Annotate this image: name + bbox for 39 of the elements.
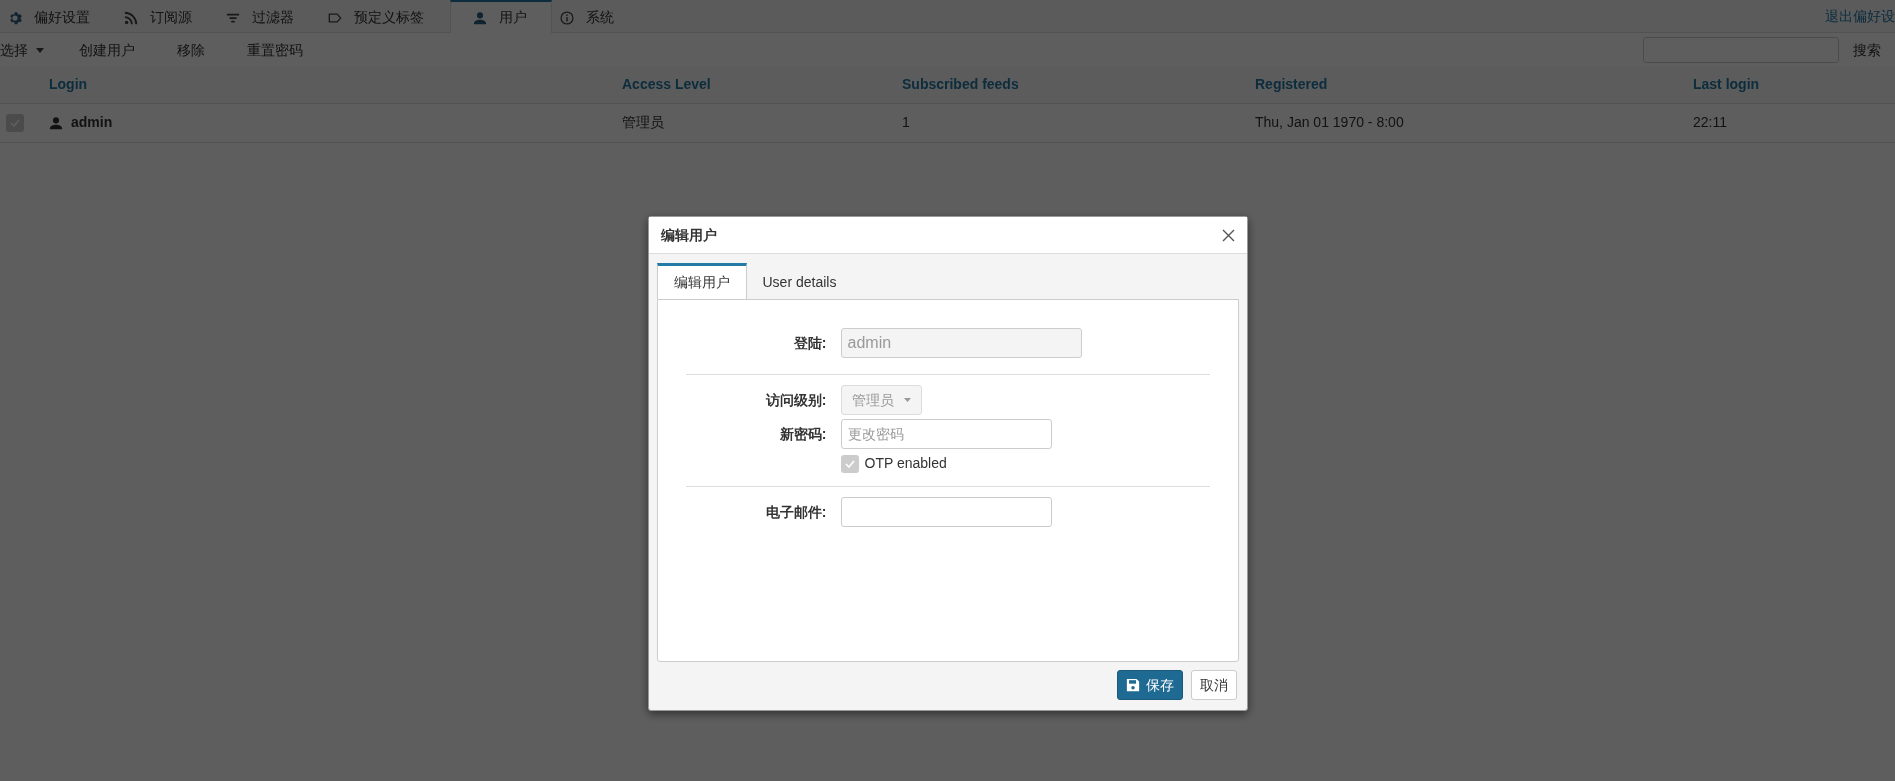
toolbar-button[interactable]: 重置密码	[226, 39, 324, 61]
check-icon	[844, 459, 855, 468]
gear-icon	[8, 10, 22, 25]
table-cell: 22:11	[1693, 114, 1727, 130]
field-label: 电子邮件:	[764, 502, 827, 522]
input-field[interactable]: 更改密码	[840, 419, 1052, 449]
table-cell: Thu, Jan 01 1970 - 8:00	[1255, 114, 1404, 130]
field-label: 登陆:	[792, 333, 827, 353]
caret-icon	[36, 47, 44, 53]
table-cell: 1	[902, 114, 910, 130]
info-icon	[560, 10, 574, 25]
search-button[interactable]: 搜索	[1839, 39, 1895, 61]
field-label: 访问级别:	[764, 390, 827, 410]
toolbar-button[interactable]: 移除	[156, 39, 226, 61]
select-menu[interactable]: 选择	[0, 39, 58, 61]
tab[interactable]: 过滤器	[218, 0, 320, 33]
input-field[interactable]	[840, 497, 1052, 527]
tab[interactable]: 偏好设置	[0, 0, 116, 33]
tab[interactable]: 用户	[450, 0, 552, 33]
label-icon	[328, 10, 342, 25]
field-label: 新密码:	[778, 424, 827, 444]
checkbox-label: OTP enabled	[864, 454, 947, 473]
tab[interactable]: 系统	[552, 0, 640, 33]
table-cell: 管理员	[622, 114, 664, 130]
tab[interactable]: 预定义标签	[320, 0, 450, 33]
user-login[interactable]: admin	[71, 112, 113, 133]
save-button[interactable]: 保存	[1116, 670, 1183, 700]
rss-icon	[124, 10, 138, 25]
tab[interactable]: User details	[746, 263, 853, 299]
toolbar-button[interactable]: 创建用户	[58, 39, 156, 61]
user-icon	[473, 10, 487, 25]
dialog-title: 编辑用户	[660, 225, 717, 245]
logout-link[interactable]: 退出偏好设	[1825, 5, 1895, 27]
caret-icon	[903, 398, 911, 402]
tab[interactable]: 订阅源	[116, 0, 218, 33]
cancel-button[interactable]: 取消	[1190, 670, 1237, 700]
user-icon	[49, 115, 63, 130]
tab[interactable]: 编辑用户	[656, 263, 747, 299]
close-icon	[1221, 229, 1235, 243]
